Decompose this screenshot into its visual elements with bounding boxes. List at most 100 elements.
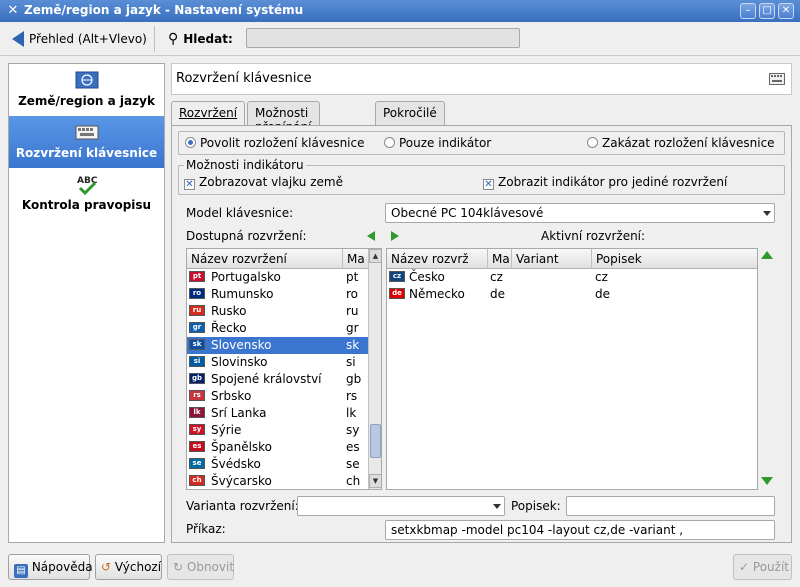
- table-row[interactable]: gb Spojené království gb: [187, 371, 368, 388]
- reset-button[interactable]: ↻ Obnovit: [167, 554, 234, 580]
- table-row[interactable]: es Španělsko es: [187, 439, 368, 456]
- table-row[interactable]: cz Česko cz cz: [387, 269, 757, 286]
- add-layout-arrow-icon[interactable]: [391, 231, 399, 241]
- layout-code: sy: [346, 423, 360, 437]
- command-field[interactable]: setxkbmap -model pc104 -layout cz,de -va…: [385, 520, 775, 540]
- layout-tab-panel: Povolit rozložení klávesnice Pouze indik…: [171, 125, 792, 543]
- layout-name: Rusko: [211, 304, 247, 318]
- table-row[interactable]: lk Srí Lanka lk: [187, 405, 368, 422]
- column-header-name[interactable]: Název rozvrž: [387, 249, 488, 269]
- layout-name: Portugalsko: [211, 270, 281, 284]
- maximize-button[interactable]: □: [759, 3, 775, 19]
- radio-indicator: [185, 137, 196, 148]
- reset-button-label: Obnovit: [186, 560, 235, 574]
- country-flag-icon: ru: [189, 305, 205, 316]
- table-row[interactable]: ru Rusko ru: [187, 303, 368, 320]
- table-row[interactable]: de Německo de de: [387, 286, 757, 303]
- sidebar: Země/region a jazyk Rozvržení klávesnice…: [8, 63, 165, 543]
- layout-name: Slovinsko: [211, 355, 268, 369]
- page-title: Rozvržení klávesnice: [176, 71, 312, 86]
- single-layout-indicator-checkbox[interactable]: ✕ Zobrazit indikátor pro jediné rozvržení: [483, 175, 727, 190]
- available-list-scrollbar[interactable]: ▲ ▼: [368, 249, 381, 489]
- globe-flag-icon: [75, 71, 98, 89]
- popisek-input[interactable]: [566, 496, 775, 516]
- column-header-code[interactable]: Ma: [488, 249, 512, 269]
- radio-disable-layouts[interactable]: Zakázat rozložení klávesnice: [587, 136, 775, 150]
- tab-label: Pokročilé: [383, 106, 437, 120]
- column-header-name[interactable]: Název rozvržení: [187, 249, 343, 269]
- overview-label: Přehled (Alt+Vlevo): [29, 32, 147, 46]
- layout-name: Česko: [409, 270, 445, 284]
- tab-label: Rozvržení: [179, 106, 238, 120]
- available-layouts-list[interactable]: Název rozvržení Ma pt Portugalsko pt ro Rumu…: [186, 248, 382, 490]
- country-flag-icon: sk: [189, 339, 205, 350]
- tab-advanced[interactable]: Pokročilé: [375, 101, 445, 125]
- column-header-variant[interactable]: Variant: [512, 249, 592, 269]
- toolbar: Přehled (Alt+Vlevo) ⚲ Hledat:: [0, 22, 800, 56]
- scroll-down-button[interactable]: ▼: [369, 474, 381, 488]
- country-flag-icon: sy: [189, 424, 205, 435]
- sidebar-item-keyboard-layout[interactable]: Rozvržení klávesnice: [9, 116, 164, 168]
- table-row[interactable]: rs Srbsko rs: [187, 388, 368, 405]
- help-icon: ▤: [14, 564, 28, 578]
- layout-name: Španělsko: [211, 440, 273, 454]
- table-row[interactable]: se Švédsko se: [187, 456, 368, 473]
- popisek-label: Popisek:: [511, 499, 561, 513]
- table-row[interactable]: pt Portugalsko pt: [187, 269, 368, 286]
- country-flag-icon: lk: [189, 407, 205, 418]
- search-label: Hledat:: [183, 32, 233, 46]
- binoculars-icon: ⚲: [168, 31, 179, 47]
- column-header-label[interactable]: Popisek: [592, 249, 757, 269]
- radio-indicator: [587, 137, 598, 148]
- active-layouts-list[interactable]: Název rozvrž Ma Variant Popisek cz Česko c…: [386, 248, 758, 490]
- overview-button[interactable]: Přehled (Alt+Vlevo): [8, 27, 151, 51]
- minimize-button[interactable]: –: [740, 3, 756, 19]
- tab-layout[interactable]: Rozvržení: [171, 101, 246, 127]
- title-bar[interactable]: ✕ Země/region a jazyk - Nastavení systém…: [0, 0, 800, 22]
- table-row[interactable]: si Slovinsko si: [187, 354, 368, 371]
- table-row[interactable]: sy Sýrie sy: [187, 422, 368, 439]
- scrollbar-thumb[interactable]: [370, 424, 381, 458]
- sidebar-item-spellcheck[interactable]: ABC Kontrola pravopisu: [9, 168, 164, 220]
- radio-enable-layouts[interactable]: Povolit rozložení klávesnice: [185, 136, 365, 150]
- tab-switching-options[interactable]: Možnosti přepínání: [247, 101, 320, 134]
- table-row[interactable]: ch Švýcarsko ch: [187, 473, 368, 489]
- available-layouts-label: Dostupná rozvržení:: [186, 229, 307, 243]
- keyboard-model-select[interactable]: Obecné PC 104klávesové: [385, 203, 775, 223]
- close-button[interactable]: ✕: [778, 3, 794, 19]
- apply-check-icon: ✓: [739, 560, 750, 574]
- apply-button[interactable]: ✓ Použít: [733, 554, 792, 580]
- page-header: Rozvržení klávesnice: [171, 63, 792, 95]
- show-flag-checkbox[interactable]: ✕ Zobrazovat vlajku země: [184, 175, 343, 190]
- defaults-icon: ↺: [101, 560, 112, 574]
- layout-code: pt: [346, 270, 359, 284]
- table-row[interactable]: ro Rumunsko ro: [187, 286, 368, 303]
- sidebar-item-region-language[interactable]: Země/region a jazyk: [9, 64, 164, 116]
- scroll-up-button[interactable]: ▲: [369, 249, 381, 263]
- defaults-button[interactable]: ↺ Výchozí: [95, 554, 162, 580]
- radio-indicator-only[interactable]: Pouze indikátor: [384, 136, 491, 150]
- toolbar-separator: [154, 26, 155, 52]
- column-header-code[interactable]: Ma: [343, 249, 369, 269]
- search-input[interactable]: [246, 28, 520, 48]
- layout-name: Rumunsko: [211, 287, 274, 301]
- layout-code: ru: [346, 304, 359, 318]
- table-row[interactable]: sk Slovensko sk: [187, 337, 368, 354]
- table-row[interactable]: gr Řecko gr: [187, 320, 368, 337]
- layout-name: Řecko: [211, 321, 247, 335]
- chevron-down-icon: [763, 211, 771, 216]
- variant-select[interactable]: [297, 496, 505, 516]
- remove-layout-arrow-icon[interactable]: [367, 231, 375, 241]
- country-flag-icon: gr: [189, 322, 205, 333]
- radio-label: Pouze indikátor: [399, 136, 492, 150]
- move-up-arrow-icon[interactable]: [761, 251, 773, 259]
- layout-code: si: [346, 355, 356, 369]
- checkbox-label: Zobrazit indikátor pro jediné rozvržení: [498, 175, 728, 189]
- command-label: Příkaz:: [186, 522, 226, 536]
- radio-label: Zakázat rozložení klávesnice: [602, 136, 775, 150]
- help-button[interactable]: ▤ Nápověda: [8, 554, 93, 580]
- app-menu-icon[interactable]: ✕: [5, 3, 21, 19]
- sidebar-item-label: Země/region a jazyk: [18, 94, 155, 108]
- layout-code: de: [490, 287, 505, 301]
- move-down-arrow-icon[interactable]: [761, 477, 773, 485]
